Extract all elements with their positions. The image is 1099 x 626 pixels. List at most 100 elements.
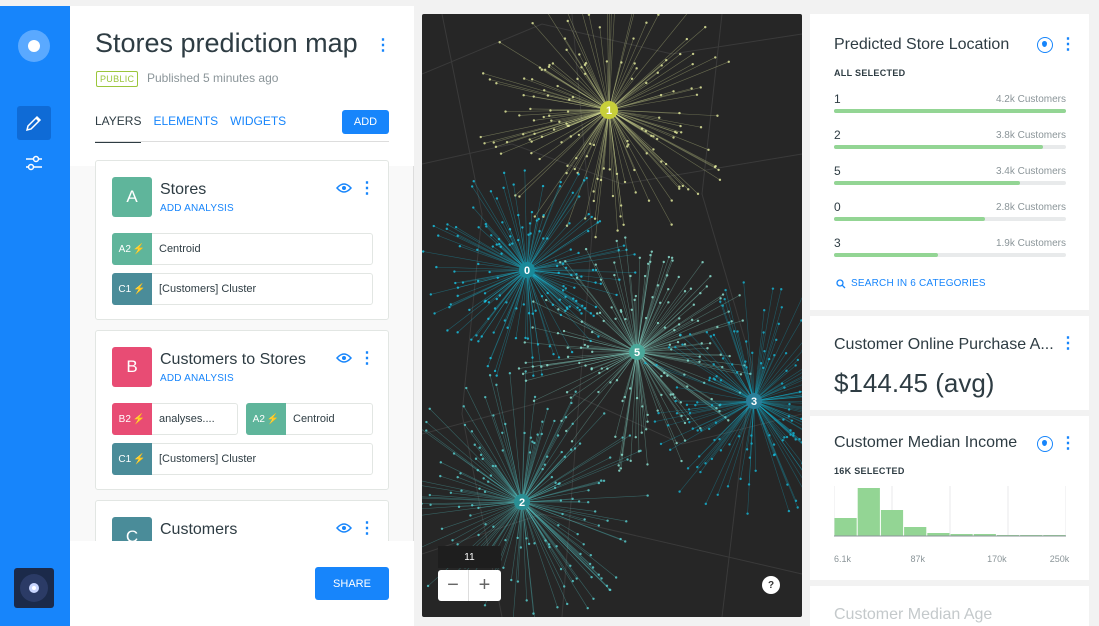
layer-options-kebab-icon[interactable]: ⋮ xyxy=(359,351,375,367)
color-by-drop-icon[interactable] xyxy=(1037,436,1053,452)
analysis-node[interactable]: C1 ⚡ [Customers] Cluster xyxy=(112,273,373,305)
histogram-bar[interactable] xyxy=(834,518,857,536)
formula-value: $144.45 (avg) xyxy=(834,368,995,398)
category-bar-fill xyxy=(834,217,985,221)
category-bar-fill xyxy=(834,253,939,257)
histogram-widget: Customer Median Income ⋮ 16K SELECTED 6.… xyxy=(810,416,1089,580)
cluster-marker-0[interactable]: 0 xyxy=(519,262,535,278)
category-bar-fill xyxy=(834,109,1066,113)
layer-name[interactable]: Stores xyxy=(160,181,206,199)
next-widget: Customer Median Age xyxy=(810,586,1089,626)
published-status: Published 5 minutes ago xyxy=(147,71,279,85)
category-item-0[interactable]: 0 2.8k Customers xyxy=(834,200,1066,230)
tab-layers[interactable]: LAYERS xyxy=(95,114,142,143)
histogram-chart[interactable] xyxy=(834,486,1066,546)
category-bar-track xyxy=(834,109,1066,113)
histogram-bar[interactable] xyxy=(880,510,904,536)
edit-pencil-icon[interactable] xyxy=(17,106,51,140)
page-title: Stores prediction map xyxy=(95,28,358,58)
tab-elements[interactable]: ELEMENTS xyxy=(153,114,218,143)
tabs-divider xyxy=(95,141,389,142)
category-item-2[interactable]: 2 3.8k Customers xyxy=(834,128,1066,158)
app-logo[interactable] xyxy=(18,30,50,62)
analysis-node[interactable]: C1 ⚡ [Customers] Cluster xyxy=(112,443,373,475)
layer-options-kebab-icon[interactable]: ⋮ xyxy=(359,521,375,537)
svg-text:2: 2 xyxy=(519,497,525,509)
cluster-marker-1[interactable]: 1 xyxy=(600,101,618,119)
editor-tabs: LAYERS ELEMENTS WIDGETS xyxy=(95,114,286,143)
visibility-eye-icon[interactable] xyxy=(336,351,352,365)
selection-status: 16K SELECTED xyxy=(834,466,905,476)
svg-text:3: 3 xyxy=(751,396,757,408)
category-item-5[interactable]: 5 3.4k Customers xyxy=(834,164,1066,194)
search-icon xyxy=(836,278,846,288)
visibility-eye-icon[interactable] xyxy=(336,521,352,535)
zoom-in-button[interactable]: + xyxy=(469,570,500,601)
share-button[interactable]: SHARE xyxy=(315,567,389,600)
layer-card-stores[interactable]: A Stores ADD ANALYSIS ⋮ A2 ⚡ Centroid C1 ⚡… xyxy=(95,160,389,320)
category-name: 1 xyxy=(834,92,841,106)
analysis-name: [Customers] Cluster xyxy=(159,283,257,295)
map-options-kebab-icon[interactable]: ⋮ xyxy=(375,38,391,54)
histogram-tick-label: 6.1k xyxy=(834,554,852,564)
category-count: 1.9k Customers xyxy=(995,238,1066,249)
category-count: 4.2k Customers xyxy=(995,94,1066,105)
color-by-drop-icon[interactable] xyxy=(1037,37,1053,53)
layer-letter-badge: A xyxy=(112,177,152,217)
category-bar-track xyxy=(834,253,1066,257)
cluster-marker-3[interactable]: 3 xyxy=(746,393,762,409)
user-avatar[interactable] xyxy=(14,568,54,608)
add-layer-button[interactable]: ADD xyxy=(342,110,389,134)
widget-title: Customer Online Purchase A... xyxy=(834,336,1054,353)
add-analysis-link[interactable]: ADD ANALYSIS xyxy=(160,373,234,384)
histogram-bar[interactable] xyxy=(857,488,880,536)
analysis-id-badge: C1 ⚡ xyxy=(112,273,152,305)
app-sidebar-rail xyxy=(0,6,70,626)
lightning-icon: ⚡ xyxy=(133,283,146,295)
analysis-id-badge: B2 ⚡ xyxy=(112,403,152,435)
category-bar-track xyxy=(834,217,1066,221)
layer-name[interactable]: Customers to Stores xyxy=(160,351,306,369)
zoom-out-button[interactable]: − xyxy=(438,570,469,601)
svg-text:0: 0 xyxy=(524,265,530,277)
histogram-tick-label: 87k xyxy=(910,554,926,564)
map-canvas[interactable]: 1 0 5 3 2 11 − + ? xyxy=(422,14,802,617)
settings-sliders-icon[interactable] xyxy=(17,146,51,180)
layer-options-kebab-icon[interactable]: ⋮ xyxy=(359,181,375,197)
widget-options-kebab-icon[interactable]: ⋮ xyxy=(1060,37,1076,53)
analysis-name: [Customers] Cluster xyxy=(159,453,257,465)
zoom-level: 11 xyxy=(438,546,501,568)
analysis-node[interactable]: A2 ⚡ Centroid xyxy=(112,233,373,265)
widget-options-kebab-icon[interactable]: ⋮ xyxy=(1060,336,1076,352)
category-count: 2.8k Customers xyxy=(995,202,1066,213)
layer-name[interactable]: Customers xyxy=(160,521,237,539)
analysis-name: analyses.... xyxy=(159,413,215,425)
analysis-node[interactable]: B2 ⚡ analyses.... xyxy=(112,403,238,435)
analysis-id-badge: C1 ⚡ xyxy=(112,443,152,475)
analysis-node[interactable]: A2 ⚡ Centroid xyxy=(246,403,373,435)
panel-header: Stores prediction map ⋮ PUBLIC Published… xyxy=(70,6,414,166)
visibility-eye-icon[interactable] xyxy=(336,181,352,195)
lightning-icon: ⚡ xyxy=(133,453,146,465)
tab-widgets[interactable]: WIDGETS xyxy=(230,114,286,143)
search-categories-link[interactable]: SEARCH IN 6 CATEGORIES xyxy=(836,278,986,289)
layer-letter-badge: B xyxy=(112,347,152,387)
category-name: 0 xyxy=(834,200,841,214)
add-analysis-link[interactable]: ADD ANALYSIS xyxy=(160,203,234,214)
histogram-tick-label: 250k xyxy=(1049,554,1070,564)
histogram-bar[interactable] xyxy=(904,527,927,536)
map-visualization[interactable]: 1 0 5 3 2 xyxy=(422,14,802,617)
widget-options-kebab-icon[interactable]: ⋮ xyxy=(1060,436,1076,452)
lightning-icon: ⚡ xyxy=(132,413,146,425)
category-item-3[interactable]: 3 1.9k Customers xyxy=(834,236,1066,266)
category-bar-fill xyxy=(834,181,1020,185)
cluster-marker-5[interactable]: 5 xyxy=(629,344,645,360)
category-bar-track xyxy=(834,145,1066,149)
help-button[interactable]: ? xyxy=(762,576,780,594)
category-item-1[interactable]: 1 4.2k Customers xyxy=(834,92,1066,122)
analysis-id-badge: A2 ⚡ xyxy=(246,403,286,435)
layer-card-customers-to-stores[interactable]: B Customers to Stores ADD ANALYSIS ⋮ B2 ⚡… xyxy=(95,330,389,490)
editor-panel: Stores prediction map ⋮ PUBLIC Published… xyxy=(70,6,414,626)
cluster-marker-2[interactable]: 2 xyxy=(514,494,530,510)
formula-widget: Customer Online Purchase A... ⋮ $144.45 … xyxy=(810,316,1089,410)
